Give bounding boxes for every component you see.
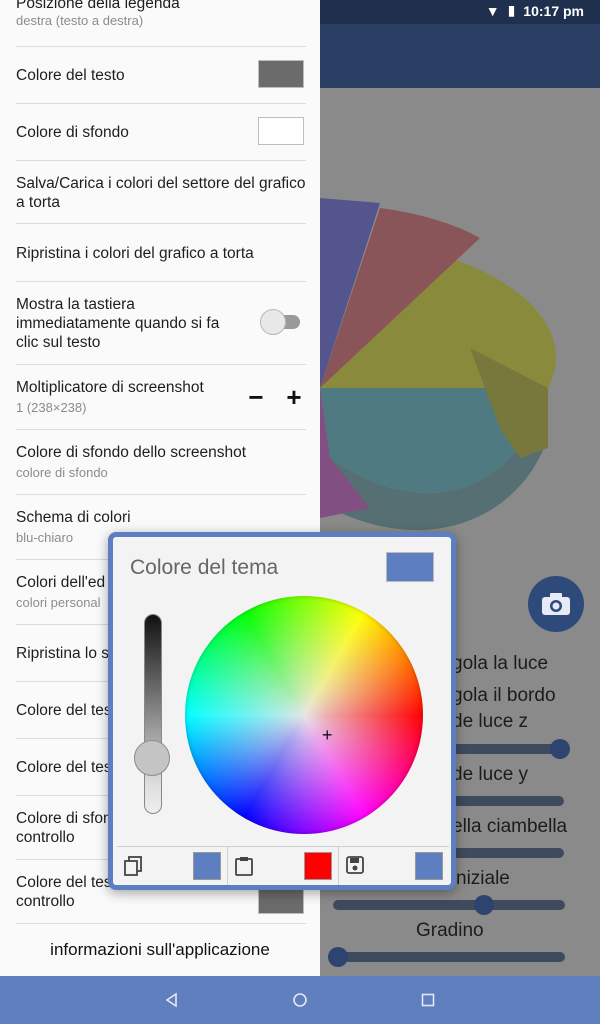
slider-track-2[interactable] bbox=[452, 796, 564, 806]
pref-save-load-colors[interactable]: Salva/Carica i colori del settore del gr… bbox=[16, 161, 306, 224]
color-preview bbox=[386, 552, 434, 582]
slider-track-3[interactable] bbox=[452, 848, 564, 858]
paste-icon[interactable] bbox=[234, 856, 254, 876]
pref-screenshot-multiplier[interactable]: Moltiplicatore di screenshot 1 (238×238)… bbox=[16, 365, 306, 430]
slider-track-5[interactable] bbox=[333, 952, 565, 962]
save-icon[interactable] bbox=[345, 856, 365, 876]
wheel-crosshair[interactable]: + bbox=[322, 726, 333, 744]
copy-color-swatch bbox=[193, 852, 221, 880]
pref-text-color[interactable]: Colore del testo bbox=[16, 47, 306, 104]
text-color-swatch bbox=[258, 60, 304, 88]
color-wheel[interactable]: + bbox=[185, 596, 423, 834]
right-label-4: de luce y bbox=[452, 764, 529, 785]
paste-cell[interactable] bbox=[228, 847, 339, 885]
brightness-slider[interactable] bbox=[144, 614, 162, 814]
brightness-thumb[interactable] bbox=[134, 740, 170, 776]
right-label-2: gola il bordo bbox=[452, 685, 556, 706]
app-info-link[interactable]: informazioni sull'applicazione bbox=[0, 940, 320, 960]
slider-track-1[interactable] bbox=[452, 744, 564, 754]
background-color-swatch bbox=[258, 117, 304, 145]
back-icon[interactable] bbox=[160, 988, 184, 1012]
status-time: 10:17 pm bbox=[523, 2, 584, 19]
save-cell[interactable] bbox=[339, 847, 449, 885]
dialog-title: Colore del tema bbox=[130, 556, 279, 579]
right-label-6: niziale bbox=[456, 868, 510, 889]
keyboard-toggle[interactable] bbox=[260, 307, 300, 337]
dialog-footer bbox=[117, 846, 449, 885]
pref-legend-position[interactable]: Posizione della legenda destra (testo a … bbox=[16, 0, 306, 47]
recents-icon[interactable] bbox=[416, 988, 440, 1012]
battery-icon: ▮ bbox=[507, 2, 516, 18]
slider-track-4[interactable] bbox=[333, 900, 565, 910]
right-label-5: ella ciambella bbox=[452, 816, 568, 837]
copy-cell[interactable] bbox=[117, 847, 228, 885]
pref-screenshot-background[interactable]: Colore di sfondo dello screenshot colore… bbox=[16, 430, 306, 495]
slider-thumb-4[interactable] bbox=[474, 895, 494, 915]
copy-icon[interactable] bbox=[123, 856, 143, 876]
pref-reset-pie-colors[interactable]: Ripristina i colori del grafico a torta bbox=[16, 224, 306, 282]
camera-icon bbox=[542, 593, 570, 615]
control-text-swatch bbox=[258, 886, 304, 914]
slider-thumb-1[interactable] bbox=[550, 739, 570, 759]
color-picker-dialog: Colore del tema + bbox=[108, 532, 456, 890]
pref-show-keyboard[interactable]: Mostra la tastiera immediatamente quando… bbox=[16, 282, 306, 365]
right-label-1: gola la luce bbox=[452, 653, 549, 674]
decrement-button[interactable]: − bbox=[244, 384, 268, 410]
right-label-7: Gradino bbox=[416, 920, 484, 941]
increment-button[interactable]: + bbox=[282, 384, 306, 410]
save-color-swatch bbox=[415, 852, 443, 880]
navigation-bar bbox=[0, 976, 600, 1024]
camera-button[interactable] bbox=[528, 576, 584, 632]
right-label-3: de luce z bbox=[452, 711, 529, 732]
pref-background-color[interactable]: Colore di sfondo bbox=[16, 104, 306, 161]
slider-thumb-5[interactable] bbox=[328, 947, 348, 967]
home-icon[interactable] bbox=[288, 988, 312, 1012]
wifi-icon: ▼ bbox=[485, 2, 500, 19]
paste-color-swatch bbox=[304, 852, 332, 880]
